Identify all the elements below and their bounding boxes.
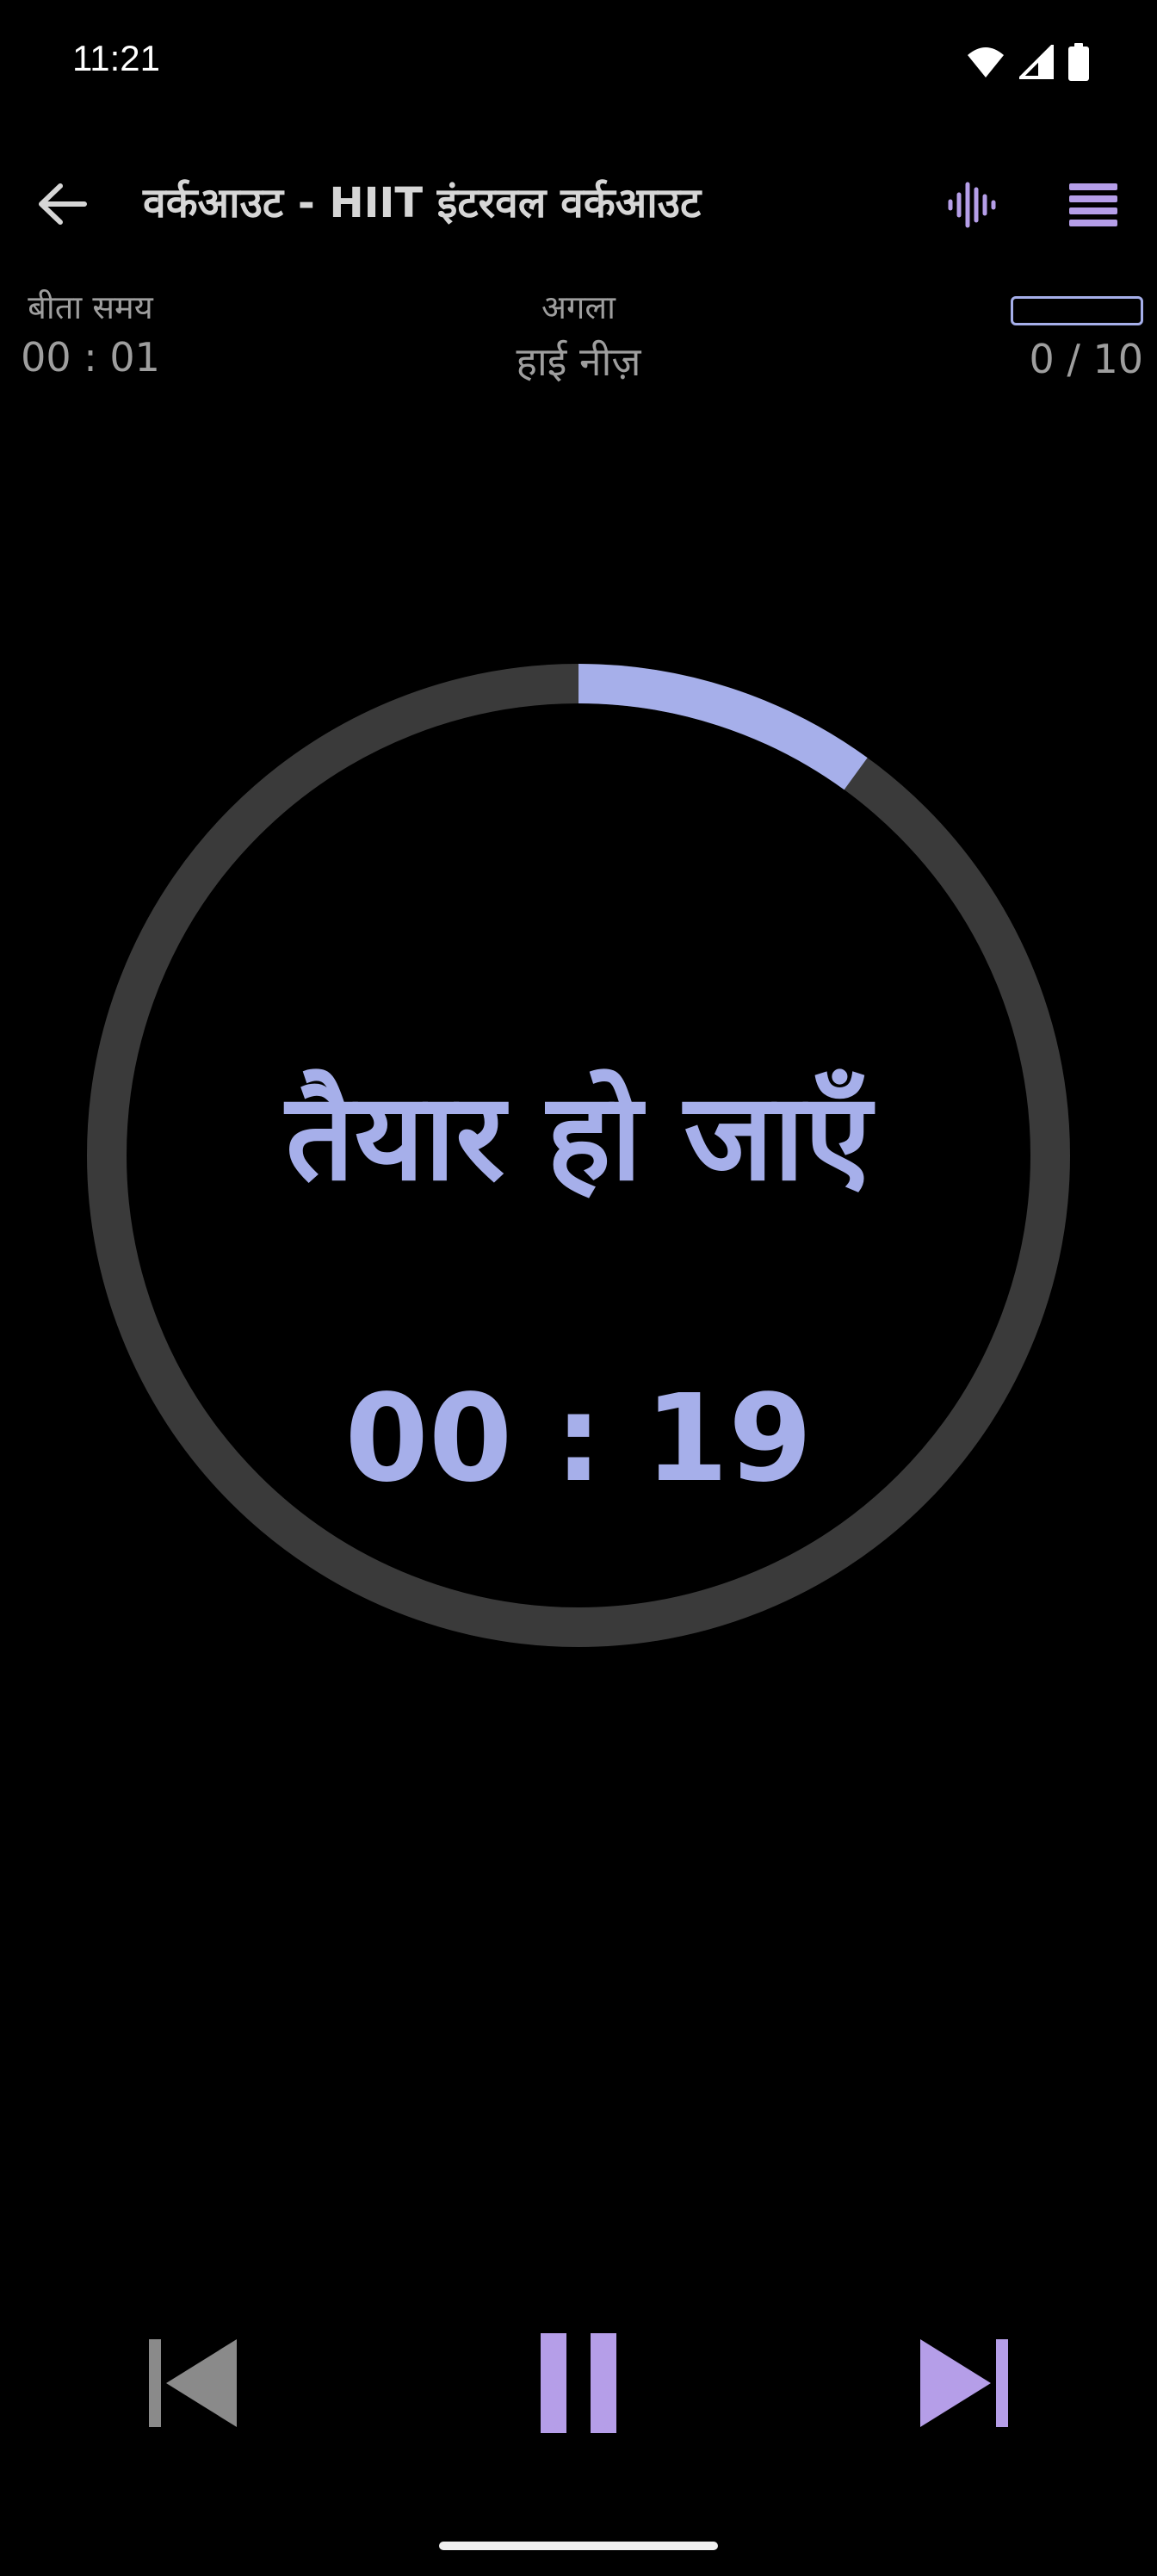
list-icon — [1067, 182, 1119, 232]
cellular-signal-icon — [1017, 42, 1054, 83]
wifi-icon — [966, 45, 1005, 83]
next-button[interactable] — [904, 2325, 1024, 2445]
next-exercise-value: हाई नीज़ — [516, 338, 641, 385]
previous-button[interactable] — [133, 2325, 253, 2445]
battery-icon — [1067, 43, 1090, 84]
skip-previous-icon — [145, 2336, 240, 2434]
sound-wave-icon — [945, 179, 997, 234]
toolbar: वर्कआउट - HIIT इंटरवल वर्कआउट — [0, 155, 1157, 250]
next-exercise-block: अगला हाई नीज़ — [449, 284, 708, 387]
voice-button[interactable] — [938, 174, 1004, 239]
menu-button[interactable] — [1061, 174, 1126, 239]
elapsed-time-label: बीता समय — [28, 288, 153, 326]
back-button[interactable] — [29, 176, 95, 236]
arrow-left-icon — [36, 183, 88, 229]
next-exercise-label: अगला — [541, 288, 616, 326]
status-bar: 11:21 — [0, 0, 1157, 121]
playback-controls — [0, 2325, 1157, 2445]
phase-label: तैयार हो जाएँ — [285, 1068, 872, 1208]
phase-countdown: 00 : 19 — [344, 1369, 813, 1509]
home-indicator[interactable] — [439, 2542, 718, 2550]
workout-progress-text: 0 / 10 — [1029, 336, 1143, 382]
status-time: 11:21 — [72, 38, 160, 78]
timer-ring: तैयार हो जाएँ 00 : 19 — [86, 663, 1071, 1648]
skip-next-icon — [917, 2336, 1012, 2434]
pause-button[interactable] — [518, 2325, 639, 2445]
elapsed-time-block: बीता समय 00 : 01 — [9, 284, 172, 381]
status-icons — [966, 42, 1090, 84]
elapsed-time-value: 00 : 01 — [21, 334, 160, 381]
page-title: वर्कआउट - HIIT इंटरवल वर्कआउट — [143, 179, 702, 227]
workout-progress-bar — [1011, 296, 1143, 325]
info-row: बीता समय 00 : 01 अगला हाई नीज़ 0 / 10 — [0, 284, 1157, 413]
pause-icon — [535, 2331, 622, 2438]
